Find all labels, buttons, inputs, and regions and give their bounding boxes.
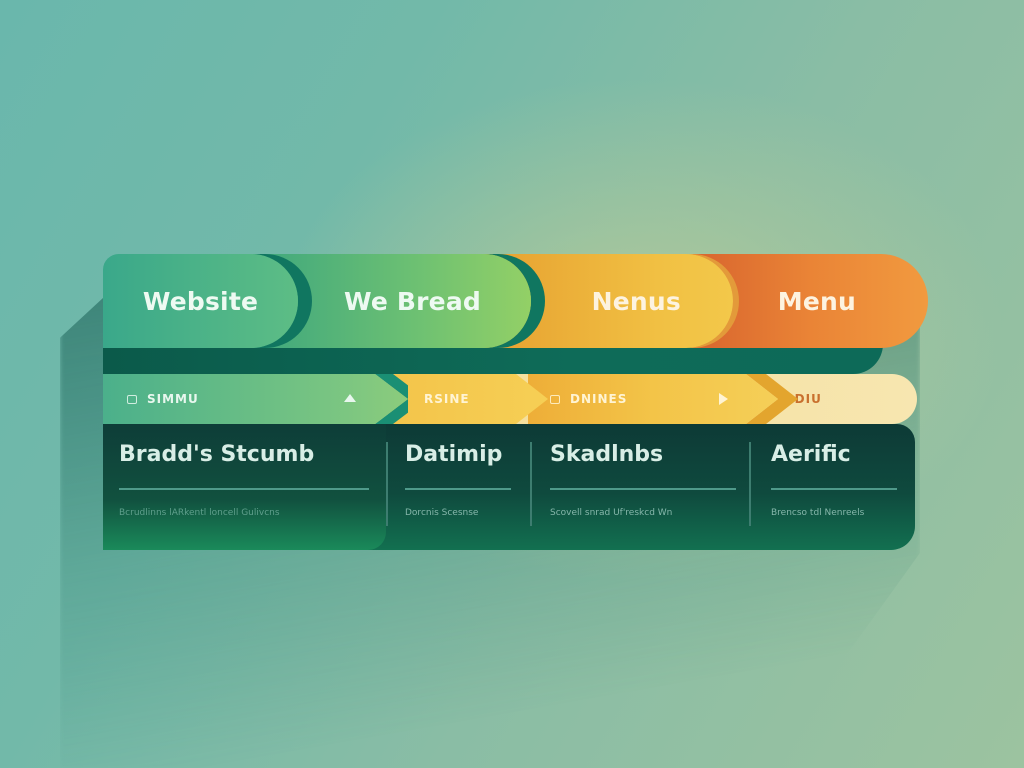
breadcrumb-item-simmu[interactable]: SIMMU xyxy=(103,374,408,424)
column-subtitle: Dorcnis Scesnse xyxy=(405,508,479,518)
tab-website[interactable]: Website xyxy=(103,254,298,348)
column-subtitle: Scovell snrad Uf'reskcd Wn xyxy=(550,508,673,518)
column-divider-line xyxy=(771,488,897,490)
column-title: Aerific xyxy=(771,442,851,467)
tab-label: Website xyxy=(142,286,259,316)
folder-icon xyxy=(127,394,137,404)
content-column[interactable]: Skadlnbs Scovell snrad Uf'reskcd Wn xyxy=(550,424,740,550)
arrow-up-icon[interactable] xyxy=(344,394,356,402)
content-column[interactable]: Aerific Brencso tdl Nenreels xyxy=(771,424,901,550)
column-separator xyxy=(749,442,751,526)
column-title: Bradd's Stcumb xyxy=(119,442,315,467)
breadcrumb-label: SIMMU xyxy=(147,392,199,406)
play-arrow-icon[interactable] xyxy=(719,393,728,405)
content-panel: Bradd's Stcumb Bcrudlinns lARkentl lonce… xyxy=(103,424,915,550)
column-divider-line xyxy=(119,488,369,490)
tab-label: Menu xyxy=(777,286,856,316)
column-separator xyxy=(386,442,388,526)
column-divider-line xyxy=(405,488,511,490)
column-separator xyxy=(530,442,532,526)
folder-icon xyxy=(550,394,560,404)
column-title: Datimip xyxy=(405,442,503,467)
breadcrumb-item-rsine[interactable]: RSINE xyxy=(388,374,548,424)
breadcrumb-item-dnines[interactable]: DNINES xyxy=(528,374,778,424)
breadcrumb-label: RSINE xyxy=(424,392,470,406)
tab-label: We Bread xyxy=(343,286,481,316)
breadcrumb: SDIU DNINES RSINE SIMMU xyxy=(103,374,917,424)
column-divider-line xyxy=(550,488,736,490)
content-column[interactable]: Datimip Dorcnis Scesnse xyxy=(405,424,515,550)
navigation-widget: Menu Nenus We Bread Website SDIU DNINES … xyxy=(103,254,928,550)
column-subtitle: Brencso tdl Nenreels xyxy=(771,508,865,518)
tab-label: Nenus xyxy=(591,286,681,316)
breadcrumb-label: DNINES xyxy=(570,392,628,406)
column-subtitle: Bcrudlinns lARkentl loncell Gulivcns xyxy=(119,508,280,518)
content-column[interactable]: Bradd's Stcumb Bcrudlinns lARkentl lonce… xyxy=(119,424,371,550)
column-title: Skadlnbs xyxy=(550,442,664,467)
